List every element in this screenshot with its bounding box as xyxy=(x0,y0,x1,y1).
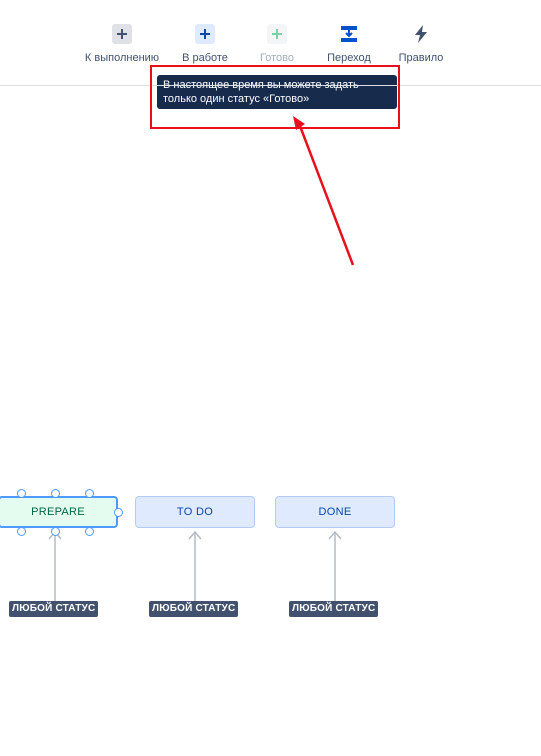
annotation-highlight-box xyxy=(150,65,400,129)
plus-icon xyxy=(267,24,287,44)
any-status-badge[interactable]: ЛЮБОЙ СТАТУС xyxy=(289,601,379,617)
status-node-prepare[interactable]: PREPARE xyxy=(0,496,118,528)
lightning-icon xyxy=(411,24,431,44)
resize-handle[interactable] xyxy=(114,508,123,517)
resize-handle[interactable] xyxy=(85,527,94,536)
status-node-done[interactable]: DONE xyxy=(275,496,395,528)
transition-icon xyxy=(339,24,359,44)
add-todo-status-button[interactable]: К выполнению xyxy=(77,24,167,64)
status-node-todo[interactable]: TO DO xyxy=(135,496,255,528)
plus-icon xyxy=(195,24,215,44)
annotation-arrow xyxy=(298,125,355,266)
resize-handle[interactable] xyxy=(17,527,26,536)
plus-icon xyxy=(112,24,132,44)
resize-handle[interactable] xyxy=(85,489,94,498)
resize-handle[interactable] xyxy=(51,489,60,498)
any-status-badge[interactable]: ЛЮБОЙ СТАТУС xyxy=(149,601,239,617)
add-rule-button[interactable]: Правило xyxy=(376,24,466,64)
status-label: PREPARE xyxy=(31,506,85,518)
any-status-badge[interactable]: ЛЮБОЙ СТАТУС xyxy=(9,601,99,617)
status-label: DONE xyxy=(318,506,352,518)
toolbar-item-label: К выполнению xyxy=(84,52,160,64)
resize-handle[interactable] xyxy=(51,527,60,536)
resize-handle[interactable] xyxy=(17,489,26,498)
any-status-connectors xyxy=(48,530,342,601)
toolbar-item-label: Правило xyxy=(398,52,444,64)
status-label: TO DO xyxy=(176,506,214,518)
